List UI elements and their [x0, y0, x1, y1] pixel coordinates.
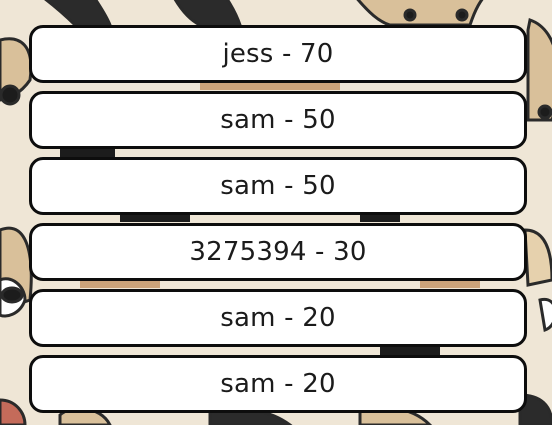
leaderboard-row[interactable]: jess - 70	[29, 25, 527, 83]
leaderboard-row[interactable]: sam - 50	[29, 157, 527, 215]
leaderboard-row[interactable]: sam - 20	[29, 289, 527, 347]
leaderboard-entry-text: sam - 50	[220, 105, 336, 135]
leaderboard-row[interactable]: sam - 20	[29, 355, 527, 413]
leaderboard-entry-text: sam - 20	[220, 369, 336, 399]
leaderboard-row[interactable]: 3275394 - 30	[29, 223, 527, 281]
leaderboard-entry-text: sam - 20	[220, 303, 336, 333]
leaderboard-row[interactable]: sam - 50	[29, 91, 527, 149]
leaderboard: jess - 70 sam - 50 sam - 50 3275394 - 30…	[29, 25, 527, 413]
leaderboard-entry-text: 3275394 - 30	[189, 237, 367, 267]
leaderboard-entry-text: sam - 50	[220, 171, 336, 201]
leaderboard-entry-text: jess - 70	[222, 39, 334, 69]
